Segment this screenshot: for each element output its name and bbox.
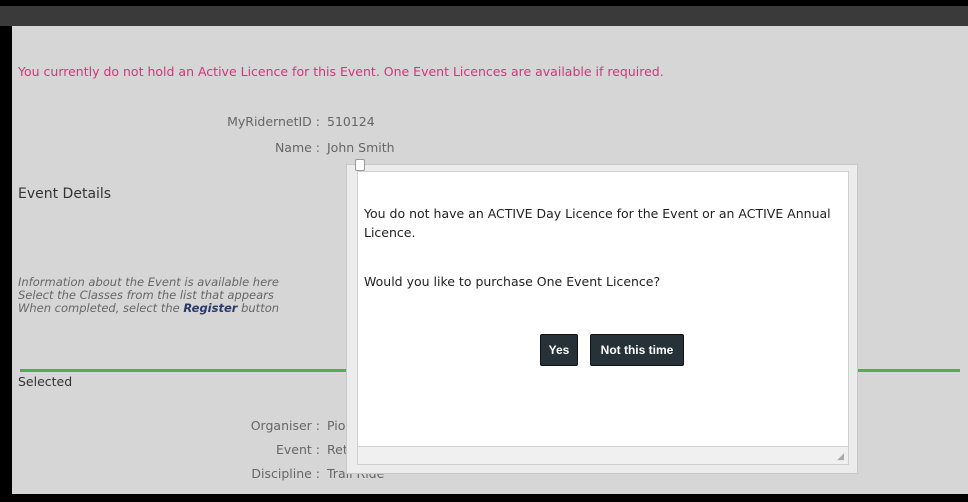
info-line-3-prefix: When completed, select the — [18, 301, 184, 315]
top-bar — [0, 0, 968, 26]
selected-title: Selected — [18, 374, 73, 389]
rider-name-value: John Smith — [327, 140, 395, 155]
register-link[interactable]: Register — [183, 301, 237, 315]
info-line-3-suffix: button — [237, 301, 280, 315]
discipline-label: Discipline : — [251, 466, 320, 481]
dialog-question: Would you like to purchase One Event Lic… — [364, 274, 661, 289]
event-details-title: Event Details — [18, 186, 112, 202]
organiser-label: Organiser : — [250, 418, 320, 433]
event-label: Event : — [276, 442, 320, 457]
organiser-value: Pio — [327, 418, 346, 433]
event-info-text: Information about the Event is available… — [18, 276, 358, 315]
dialog-message: You do not have an ACTIVE Day Licence fo… — [364, 206, 831, 240]
yes-button[interactable]: Yes — [540, 334, 578, 366]
rider-id-value: 510124 — [327, 114, 375, 129]
dialog-footer: ◢ — [357, 447, 849, 465]
rider-name-label: Name : — [274, 140, 320, 155]
licence-dialog: You do not have an ACTIVE Day Licence fo… — [346, 159, 858, 474]
event-value: Ret — [327, 442, 348, 457]
info-line-3: When completed, select the Register butt… — [18, 302, 358, 315]
rider-id-label: MyRidernetID : — [227, 114, 320, 129]
resize-grip-icon[interactable]: ◢ — [837, 452, 844, 462]
not-this-time-button[interactable]: Not this time — [590, 334, 684, 366]
left-border — [0, 26, 12, 494]
licence-alert: You currently do not hold an Active Lice… — [18, 64, 664, 79]
bottom-border — [0, 494, 968, 502]
dialog-body: You do not have an ACTIVE Day Licence fo… — [357, 171, 849, 447]
dialog-handle-icon[interactable] — [355, 159, 365, 171]
